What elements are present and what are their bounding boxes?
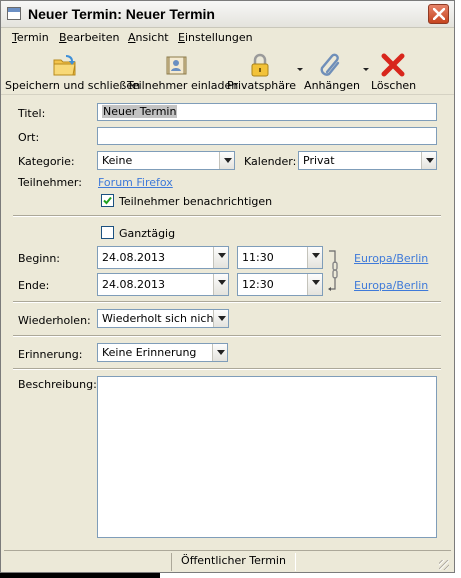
start-date-value: 24.08.2013 — [102, 251, 165, 264]
paperclip-icon — [320, 53, 340, 76]
title-input[interactable]: Neuer Termin — [97, 103, 437, 121]
notify-attendees-checkbox[interactable] — [101, 194, 114, 207]
privacy-label: Privatsphäre — [227, 79, 297, 92]
separator — [13, 301, 441, 303]
invite-attendees-button[interactable]: Teilnehmer einladen — [127, 50, 239, 94]
start-timezone-link[interactable]: Europa/Berlin — [354, 252, 428, 265]
reminder-label: Erinnerung: — [18, 348, 83, 361]
end-timezone-link[interactable]: Europa/Berlin — [354, 279, 428, 292]
save-and-close-button[interactable]: Speichern und schließen — [5, 50, 141, 94]
lock-icon — [251, 53, 269, 77]
menu-bar: Termin Bearbeiten Ansicht Einstellungen — [1, 28, 454, 47]
separator — [13, 215, 441, 217]
chevron-down-icon — [212, 344, 227, 361]
start-date-picker[interactable]: 24.08.2013 — [97, 246, 229, 269]
chevron-down-icon — [307, 247, 322, 268]
menu-bearbeiten[interactable]: Bearbeiten — [59, 31, 119, 44]
separator — [13, 368, 441, 370]
start-time-picker[interactable]: 11:30 — [237, 246, 323, 269]
notify-attendees-label: Teilnehmer benachrichtigen — [119, 195, 273, 208]
delete-label: Löschen — [371, 79, 417, 92]
location-label: Ort: — [18, 131, 40, 144]
chevron-down-icon — [421, 152, 436, 169]
resize-grip-icon[interactable] — [439, 560, 449, 570]
category-label: Kategorie: — [18, 155, 75, 168]
chevron-down-icon — [219, 152, 234, 169]
link-times-icon[interactable] — [327, 248, 345, 292]
description-label: Beschreibung: — [18, 378, 97, 391]
reminder-select-value: Keine Erinnerung — [102, 346, 197, 359]
delete-button[interactable]: Löschen — [371, 50, 417, 94]
title-input-value: Neuer Termin — [102, 105, 178, 118]
menu-termin[interactable]: Termin — [12, 31, 49, 44]
end-time-value: 12:30 — [242, 278, 274, 291]
save-folder-icon — [53, 55, 76, 76]
start-label: Beginn: — [18, 252, 61, 265]
status-privacy-text: Öffentlicher Termin — [181, 554, 286, 567]
address-book-icon — [166, 56, 187, 75]
location-input[interactable] — [97, 127, 437, 145]
attach-button[interactable]: Anhängen — [304, 50, 360, 94]
chevron-down-icon — [213, 310, 228, 327]
end-date-value: 24.08.2013 — [102, 278, 165, 291]
delete-x-icon — [381, 53, 405, 77]
privacy-button[interactable]: Privatsphäre — [227, 50, 297, 94]
calendar-select[interactable]: Privat — [298, 151, 437, 170]
toolbar: Speichern und schließen Teilnehmer einla… — [1, 48, 454, 95]
end-label: Ende: — [18, 279, 50, 292]
title-label: Titel: — [18, 107, 46, 120]
privacy-dropdown-arrow-icon[interactable] — [297, 68, 303, 71]
attendees-label: Teilnehmer: — [18, 176, 82, 189]
menu-ansicht[interactable]: Ansicht — [128, 31, 169, 44]
repeat-select[interactable]: Wiederholt sich nicht — [97, 309, 229, 328]
category-select[interactable]: Keine — [97, 151, 235, 170]
chevron-down-icon — [307, 274, 322, 295]
all-day-label: Ganztägig — [119, 227, 176, 240]
window-title: Neuer Termin: Neuer Termin — [28, 6, 215, 22]
save-and-close-label: Speichern und schließen — [5, 79, 141, 92]
calendar-icon — [7, 7, 21, 20]
attendees-link[interactable]: Forum Firefox — [98, 176, 173, 189]
taskbar-edge — [0, 573, 160, 578]
attach-dropdown-arrow-icon[interactable] — [363, 68, 369, 71]
chevron-down-icon — [213, 274, 228, 295]
end-time-picker[interactable]: 12:30 — [237, 273, 323, 296]
close-button[interactable] — [428, 4, 449, 24]
event-dialog-window: Neuer Termin: Neuer Termin Termin Bearbe… — [0, 0, 455, 573]
category-select-value: Keine — [102, 154, 133, 167]
close-icon — [433, 8, 445, 20]
reminder-select[interactable]: Keine Erinnerung — [97, 343, 228, 362]
status-bar: Öffentlicher Termin — [4, 550, 451, 572]
start-time-value: 11:30 — [242, 251, 274, 264]
calendar-label: Kalender: — [244, 155, 297, 168]
attach-label: Anhängen — [304, 79, 360, 92]
repeat-select-value: Wiederholt sich nicht — [102, 312, 218, 325]
description-textarea[interactable] — [97, 376, 437, 538]
menu-einstellungen[interactable]: Einstellungen — [178, 31, 253, 44]
separator — [13, 335, 441, 337]
all-day-checkbox[interactable] — [101, 226, 114, 239]
calendar-select-value: Privat — [303, 154, 335, 167]
title-bar[interactable]: Neuer Termin: Neuer Termin — [1, 1, 454, 28]
repeat-label: Wiederholen: — [18, 314, 91, 327]
checkmark-icon — [103, 196, 112, 205]
invite-attendees-label: Teilnehmer einladen — [127, 79, 239, 92]
chevron-down-icon — [213, 247, 228, 268]
end-date-picker[interactable]: 24.08.2013 — [97, 273, 229, 296]
